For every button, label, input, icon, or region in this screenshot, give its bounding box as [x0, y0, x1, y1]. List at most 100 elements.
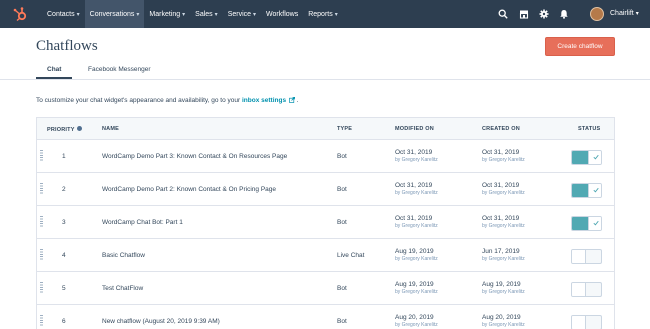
created-date: Oct 31, 2019	[482, 182, 520, 189]
created-by: by Gregory Karelitz	[482, 322, 525, 328]
column-header-type[interactable]: TYPE	[337, 126, 352, 132]
table-row[interactable]: 3 WordCamp Chat Bot: Part 1 Bot Oct 31, 201…	[37, 206, 614, 239]
notifications-icon[interactable]	[559, 9, 569, 19]
created-date: Jun 17, 2019	[482, 248, 520, 255]
nav-item-workflows[interactable]: Workflows	[261, 0, 303, 28]
column-header-status: STATUS	[578, 126, 601, 132]
chatflow-name-link[interactable]: Basic Chatflow	[102, 252, 145, 259]
settings-icon[interactable]	[539, 9, 549, 19]
drag-handle-icon[interactable]	[40, 282, 43, 294]
modified-cell: Oct 31, 2019 by Gregory Karelitz	[395, 215, 438, 229]
nav-item-label: Conversations	[89, 10, 135, 18]
search-icon[interactable]	[498, 9, 508, 19]
account-name: Chairlift	[610, 10, 634, 17]
modified-by: by Gregory Karelitz	[395, 289, 438, 295]
tab-bar: Chat Facebook Messenger	[0, 62, 650, 79]
modified-by: by Gregory Karelitz	[395, 322, 438, 328]
info-text: To customize your chat widget's appearan…	[36, 97, 299, 104]
info-suffix: .	[296, 97, 299, 104]
modified-cell: Oct 31, 2019 by Gregory Karelitz	[395, 149, 438, 163]
drag-handle-icon[interactable]	[40, 216, 43, 228]
created-by: by Gregory Karelitz	[482, 256, 525, 262]
modified-by: by Gregory Karelitz	[395, 223, 438, 229]
created-date: Oct 31, 2019	[482, 149, 520, 156]
table-row[interactable]: 1 WordCamp Demo Part 3: Known Contact & O…	[37, 140, 614, 173]
external-link-icon	[289, 97, 295, 103]
type-cell: Bot	[337, 153, 347, 160]
created-cell: Oct 31, 2019 by Gregory Karelitz	[482, 182, 525, 196]
hubspot-logo-icon[interactable]	[12, 6, 28, 22]
type-cell: Bot	[337, 318, 347, 325]
created-date: Aug 19, 2019	[482, 281, 521, 288]
created-cell: Aug 19, 2019 by Gregory Karelitz	[482, 281, 525, 295]
nav-item-sales[interactable]: Sales ▾	[190, 0, 223, 28]
tab-chat[interactable]: Chat	[47, 66, 61, 73]
priority-cell: 1	[62, 153, 66, 160]
created-cell: Oct 31, 2019 by Gregory Karelitz	[482, 215, 525, 229]
type-cell: Bot	[337, 285, 347, 292]
priority-cell: 2	[62, 186, 66, 193]
chatflow-name-link[interactable]: Test ChatFlow	[102, 285, 143, 292]
chatflow-name-link[interactable]: WordCamp Demo Part 3: Known Contact & On…	[102, 153, 287, 160]
inbox-settings-link[interactable]: inbox settings	[242, 97, 286, 104]
chevron-down-icon: ▾	[76, 11, 80, 18]
status-toggle[interactable]	[571, 315, 602, 329]
modified-date: Oct 31, 2019	[395, 149, 433, 156]
nav-item-service[interactable]: Service ▾	[223, 0, 261, 28]
table-row[interactable]: 2 WordCamp Demo Part 2: Known Contact & O…	[37, 173, 614, 206]
chevron-down-icon: ▾	[182, 11, 186, 18]
chevron-down-icon: ▾	[635, 11, 639, 17]
chatflow-name-link[interactable]: New chatflow (August 20, 2019 9:39 AM)	[102, 318, 220, 325]
created-date: Oct 31, 2019	[482, 215, 520, 222]
check-icon	[593, 154, 599, 160]
modified-date: Oct 31, 2019	[395, 215, 433, 222]
check-icon	[593, 187, 599, 193]
chatflows-table: PRIORITY NAME TYPE MODIFIED ON CREATED O…	[36, 117, 615, 329]
status-toggle[interactable]	[571, 249, 602, 264]
nav-item-label: Marketing	[149, 10, 181, 18]
nav-item-reports[interactable]: Reports ▾	[303, 0, 343, 28]
divider	[0, 79, 650, 80]
created-cell: Jun 17, 2019 by Gregory Karelitz	[482, 248, 525, 262]
modified-date: Oct 31, 2019	[395, 182, 433, 189]
status-toggle[interactable]	[571, 183, 602, 198]
type-cell: Live Chat	[337, 252, 365, 259]
table-row[interactable]: 5 Test ChatFlow Bot Aug 19, 2019 by Gregory …	[37, 272, 614, 305]
modified-cell: Aug 19, 2019 by Gregory Karelitz	[395, 248, 438, 262]
chatflow-name-link[interactable]: WordCamp Demo Part 2: Known Contact & On…	[102, 186, 276, 193]
created-by: by Gregory Karelitz	[482, 157, 525, 163]
help-icon[interactable]	[76, 126, 82, 131]
nav-menu: Contacts ▾ Conversations ▾ Marketing ▾ Sales ▾ S…	[42, 0, 343, 28]
status-toggle[interactable]	[571, 282, 602, 297]
chatflow-name-link[interactable]: WordCamp Chat Bot: Part 1	[102, 219, 183, 226]
avatar[interactable]	[590, 7, 604, 21]
account-menu[interactable]: Chairlift ▾	[610, 10, 639, 17]
table-row[interactable]: 4 Basic Chatflow Live Chat Aug 19, 2019 by G…	[37, 239, 614, 272]
table-header: PRIORITY NAME TYPE MODIFIED ON CREATED O…	[37, 118, 614, 140]
priority-header-label: PRIORITY	[47, 127, 75, 133]
drag-handle-icon[interactable]	[40, 150, 43, 162]
drag-handle-icon[interactable]	[40, 183, 43, 195]
tab-facebook-messenger[interactable]: Facebook Messenger	[88, 66, 151, 73]
column-header-name[interactable]: NAME	[102, 126, 119, 132]
nav-item-marketing[interactable]: Marketing ▾	[144, 0, 190, 28]
column-header-priority[interactable]: PRIORITY	[47, 126, 82, 133]
nav-item-conversations[interactable]: Conversations ▾	[84, 0, 145, 28]
marketplace-icon[interactable]	[519, 9, 529, 19]
created-date: Aug 20, 2019	[482, 314, 521, 321]
drag-handle-icon[interactable]	[40, 315, 43, 327]
status-toggle[interactable]	[571, 216, 602, 231]
create-chatflow-button[interactable]: Create chatflow	[545, 37, 615, 56]
nav-item-contacts[interactable]: Contacts ▾	[42, 0, 85, 28]
chevron-down-icon: ▾	[334, 11, 338, 18]
column-header-created[interactable]: CREATED ON	[482, 126, 520, 132]
modified-date: Aug 19, 2019	[395, 248, 434, 255]
nav-item-label: Reports	[308, 10, 333, 18]
nav-item-label: Sales	[195, 10, 213, 18]
column-header-modified[interactable]: MODIFIED ON	[395, 126, 434, 132]
drag-handle-icon[interactable]	[40, 249, 43, 261]
created-by: by Gregory Karelitz	[482, 190, 525, 196]
status-toggle[interactable]	[571, 150, 602, 165]
priority-cell: 4	[62, 252, 66, 259]
table-row[interactable]: 6 New chatflow (August 20, 2019 9:39 AM) B…	[37, 305, 614, 329]
